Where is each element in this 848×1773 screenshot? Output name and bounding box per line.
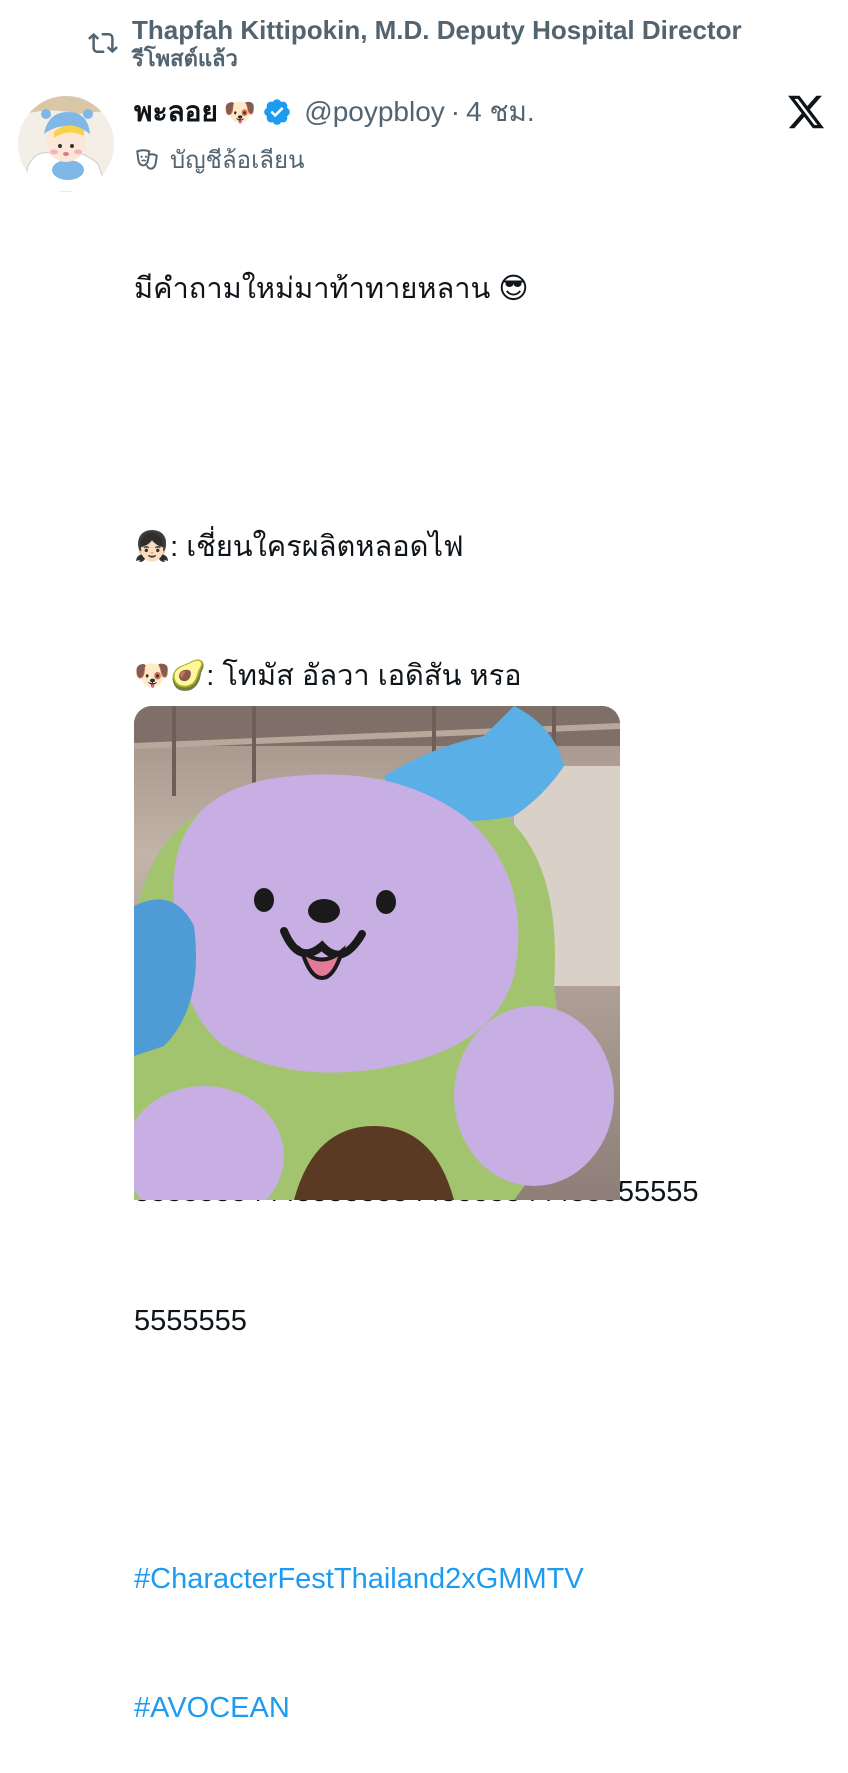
parody-text: บัญชีล้อเลียน (170, 147, 305, 174)
tweet-media-image[interactable] (134, 706, 620, 1200)
body-line (134, 397, 824, 440)
theater-mask-icon (136, 148, 158, 170)
separator: · (450, 96, 461, 127)
retweet-icon (88, 32, 118, 54)
user-handle[interactable]: @poypbloy (304, 96, 445, 128)
body-line: มีคำถามใหม่มาท้าทายหลาน 😎 (134, 273, 529, 305)
timestamp[interactable]: 4 ชม. (466, 90, 535, 134)
parody-account-label: บัญชีล้อเลียน (134, 140, 304, 179)
body-line: 🐶🥑: โทมัส อัลวา เอดิสัน หรอ (134, 660, 522, 692)
hashtag-link[interactable]: #CharacterFestThailand2xGMMTV (134, 1558, 824, 1601)
verified-badge-icon (264, 99, 291, 125)
retweeter-name[interactable]: Thapfah Kittipokin, M.D. Deputy Hospital… (132, 14, 742, 46)
mascot-photo (134, 706, 620, 1200)
avatar[interactable] (18, 96, 114, 192)
body-line: 👧🏻: เชี่ยนใครผลิตหลอดไฟ (134, 531, 464, 563)
retweet-label: รีโพสต์แล้ว (132, 46, 238, 71)
avatar-illustration (18, 96, 114, 192)
hashtag-link[interactable]: #AVOCEAN (134, 1687, 824, 1730)
tweet-header: พะลอย 🐶 @poypbloy · 4 ชม. (134, 92, 828, 132)
name-emoji: 🐶 (223, 96, 257, 127)
body-line (134, 1429, 824, 1472)
x-logo-icon[interactable] (786, 92, 826, 132)
retweet-header: Thapfah Kittipokin, M.D. Deputy Hospital… (88, 14, 828, 72)
display-name[interactable]: พะลอย (134, 90, 218, 134)
body-line: 5555555 (134, 1305, 247, 1337)
